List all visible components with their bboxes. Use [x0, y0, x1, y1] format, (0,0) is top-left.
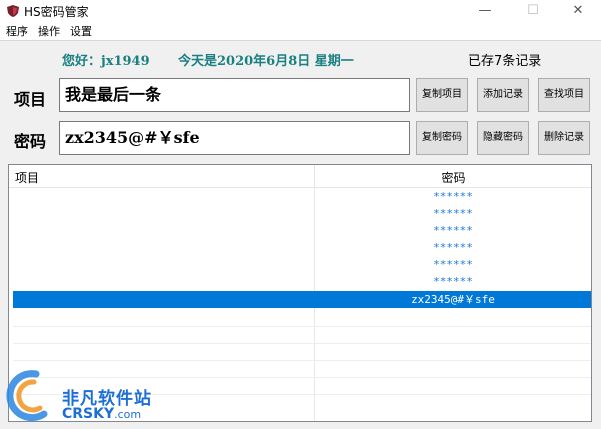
list-header: 项目 密码 [9, 165, 591, 188]
find-item-button[interactable]: 查找项目 [538, 78, 590, 112]
password-cell: ****** [433, 258, 473, 271]
menu-operate[interactable]: 操作 [38, 23, 60, 39]
empty-row-line [13, 343, 591, 344]
menu-settings[interactable]: 设置 [70, 23, 92, 39]
empty-row-line [13, 326, 591, 327]
window-title: HS密码管家 [24, 5, 89, 19]
copy-item-button[interactable]: 复制项目 [416, 78, 468, 112]
date-text: 今天是2020年6月8日 星期一 [178, 54, 354, 69]
maximize-button[interactable]: ☐ [510, 0, 556, 22]
password-cell: ****** [433, 190, 473, 203]
watermark-en-text: CRSKY.com [62, 406, 141, 422]
table-row-selected[interactable]: zx2345@#￥sfe [13, 291, 591, 308]
item-label: 项目 [14, 90, 47, 109]
table-row[interactable]: ****** [13, 188, 591, 205]
password-cell: ****** [433, 241, 473, 254]
delete-record-button[interactable]: 删除记录 [538, 121, 590, 155]
close-button[interactable]: ✕ [555, 0, 601, 22]
item-input[interactable]: 我是最后一条 [59, 78, 410, 112]
password-cell: zx2345@#￥sfe [411, 293, 495, 306]
empty-row-line [13, 377, 591, 378]
watermark-brand: CRSKY [62, 406, 115, 422]
password-cell: ****** [433, 224, 473, 237]
crsky-logo-icon [6, 370, 48, 422]
table-row[interactable]: ****** [13, 222, 591, 239]
table-row[interactable]: ****** [13, 239, 591, 256]
minimize-button[interactable]: — [462, 0, 508, 22]
menu-program[interactable]: 程序 [6, 23, 28, 39]
greeting-text: 您好：jx1949 [62, 54, 150, 69]
table-row[interactable]: ****** [13, 256, 591, 273]
column-divider [314, 165, 315, 187]
password-cell: ****** [433, 275, 473, 288]
empty-row-line [13, 360, 591, 361]
hide-password-button[interactable]: 隐藏密码 [477, 121, 529, 155]
table-row[interactable]: ****** [13, 273, 591, 290]
title-bar: HS密码管家 — ☐ ✕ [0, 0, 601, 22]
column-header-password[interactable]: 密码 [316, 169, 591, 186]
menu-bar: 程序 操作 设置 [0, 22, 601, 41]
password-label: 密码 [14, 132, 47, 151]
record-count: 已存7条记录 [468, 54, 542, 69]
app-shield-icon [7, 5, 19, 17]
watermark-suffix: .com [114, 408, 142, 421]
column-header-item[interactable]: 项目 [15, 169, 39, 186]
add-record-button[interactable]: 添加记录 [477, 78, 529, 112]
password-cell: ****** [433, 207, 473, 220]
table-row[interactable]: ****** [13, 205, 591, 222]
password-input[interactable]: zx2345@#￥sfe [59, 121, 410, 155]
copy-password-button[interactable]: 复制密码 [416, 121, 468, 155]
